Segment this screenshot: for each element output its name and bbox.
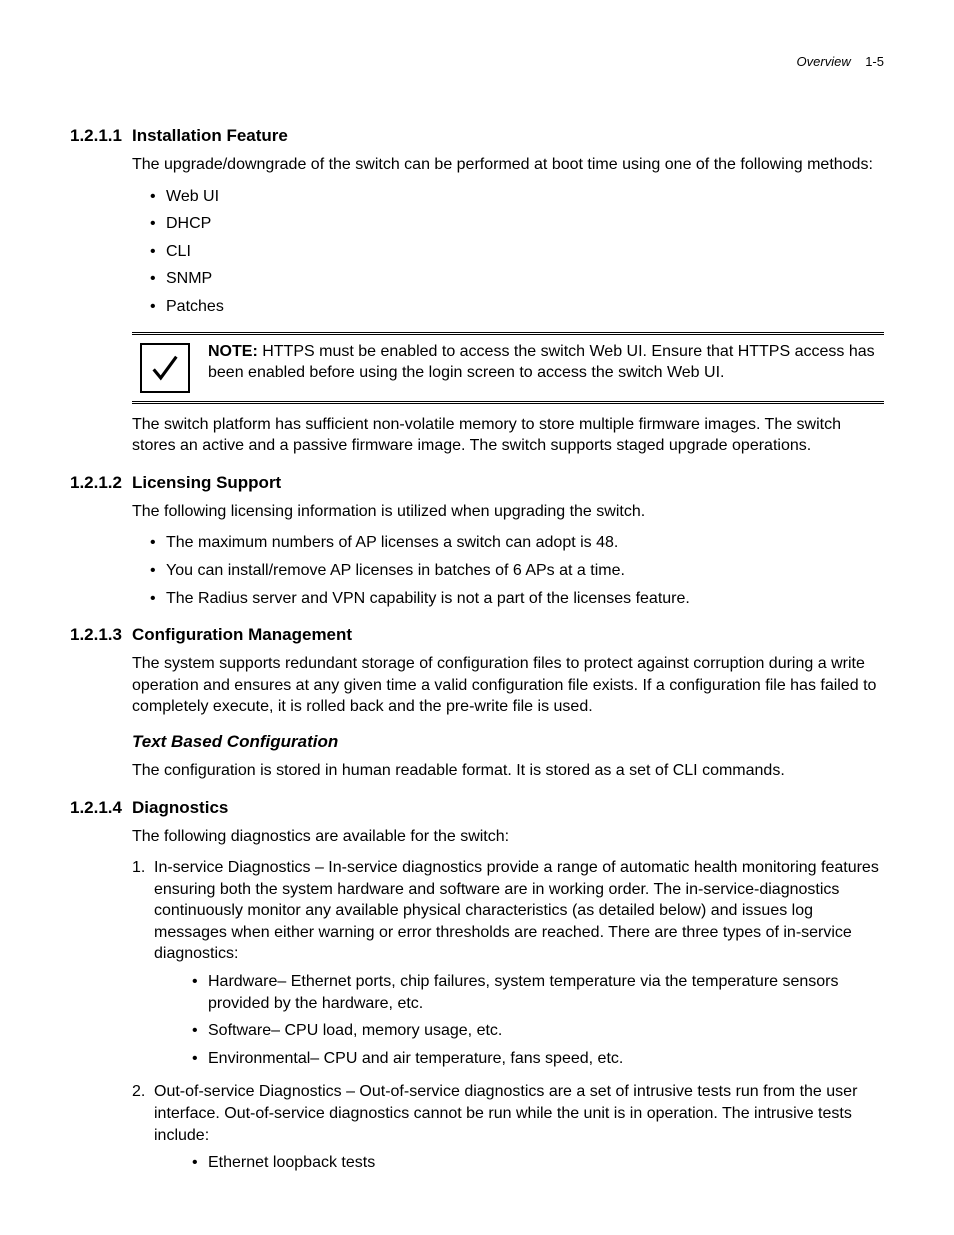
section-number: 1.2.1.4 <box>70 798 132 818</box>
paragraph: The following licensing information is u… <box>132 501 884 523</box>
paragraph: The following diagnostics are available … <box>132 826 884 848</box>
list-item: DHCP <box>132 213 884 235</box>
paragraph: The system supports redundant storage of… <box>132 653 884 718</box>
note-text: NOTE: HTTPS must be enabled to access th… <box>208 341 884 384</box>
section-title: Licensing Support <box>132 473 281 493</box>
note-callout: NOTE: HTTPS must be enabled to access th… <box>132 332 884 404</box>
bullet-list: Ethernet loopback tests <box>174 1152 884 1174</box>
section-title: Installation Feature <box>132 126 288 146</box>
running-header: Overview 1-5 <box>797 54 884 69</box>
paragraph: The upgrade/downgrade of the switch can … <box>132 154 884 176</box>
list-item: CLI <box>132 241 884 263</box>
list-item: Ethernet loopback tests <box>174 1152 884 1174</box>
document-page: Overview 1-5 1.2.1.1 Installation Featur… <box>0 0 954 1235</box>
paragraph: The switch platform has sufficient non-v… <box>132 414 884 457</box>
section-diagnostics: 1.2.1.4 Diagnostics The following diagno… <box>70 798 884 1174</box>
section-title: Configuration Management <box>132 625 352 645</box>
bullet-list: The maximum numbers of AP licenses a swi… <box>132 532 884 609</box>
chapter-name: Overview <box>797 54 851 69</box>
page-content: 1.2.1.1 Installation Feature The upgrade… <box>70 126 884 1174</box>
section-number: 1.2.1.3 <box>70 625 132 645</box>
section-title: Diagnostics <box>132 798 228 818</box>
numbered-list: In-service Diagnostics – In-service diag… <box>132 857 884 1174</box>
list-item: SNMP <box>132 268 884 290</box>
section-heading: 1.2.1.3 Configuration Management <box>70 625 884 645</box>
list-item-text: Out-of-service Diagnostics – Out-of-serv… <box>154 1083 857 1143</box>
list-item: Patches <box>132 296 884 318</box>
list-item: The Radius server and VPN capability is … <box>132 588 884 610</box>
note-body: HTTPS must be enabled to access the swit… <box>208 343 875 382</box>
section-heading: 1.2.1.2 Licensing Support <box>70 473 884 493</box>
section-heading: 1.2.1.1 Installation Feature <box>70 126 884 146</box>
section-heading: 1.2.1.4 Diagnostics <box>70 798 884 818</box>
page-number: 1-5 <box>865 54 884 69</box>
section-number: 1.2.1.2 <box>70 473 132 493</box>
sub-heading: Text Based Configuration <box>132 732 884 752</box>
list-item: Environmental– CPU and air temperature, … <box>174 1048 884 1070</box>
section-licensing-support: 1.2.1.2 Licensing Support The following … <box>70 473 884 609</box>
list-item: Out-of-service Diagnostics – Out-of-serv… <box>132 1081 884 1173</box>
paragraph: The configuration is stored in human rea… <box>132 760 884 782</box>
bullet-list: Web UI DHCP CLI SNMP Patches <box>132 186 884 318</box>
note-label: NOTE: <box>208 343 258 360</box>
list-item-text: In-service Diagnostics – In-service diag… <box>154 859 879 962</box>
checkmark-icon <box>140 343 190 393</box>
section-number: 1.2.1.1 <box>70 126 132 146</box>
section-configuration-management: 1.2.1.3 Configuration Management The sys… <box>70 625 884 781</box>
list-item: Hardware– Ethernet ports, chip failures,… <box>174 971 884 1014</box>
list-item: Software– CPU load, memory usage, etc. <box>174 1020 884 1042</box>
bullet-list: Hardware– Ethernet ports, chip failures,… <box>174 971 884 1069</box>
list-item: In-service Diagnostics – In-service diag… <box>132 857 884 1069</box>
list-item: Web UI <box>132 186 884 208</box>
section-installation-feature: 1.2.1.1 Installation Feature The upgrade… <box>70 126 884 457</box>
list-item: You can install/remove AP licenses in ba… <box>132 560 884 582</box>
list-item: The maximum numbers of AP licenses a swi… <box>132 532 884 554</box>
